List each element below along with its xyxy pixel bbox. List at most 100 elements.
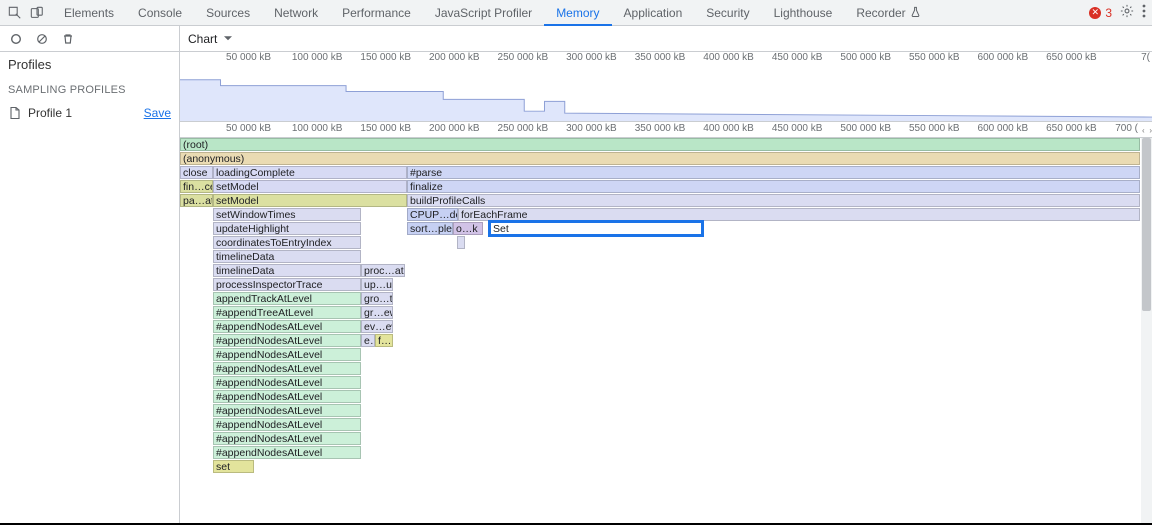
tab-network[interactable]: Network [262, 0, 330, 26]
flame-bar[interactable]: pa…at [180, 194, 213, 207]
flame-bar[interactable]: #appendNodesAtLevel [213, 376, 361, 389]
ruler-tick: 50 000 kB [226, 123, 271, 134]
flame-bar[interactable]: (anonymous) [180, 152, 1140, 165]
ruler-tick: 350 000 kB [635, 123, 686, 134]
flame-bar[interactable]: setModel [213, 180, 407, 193]
flame-bar[interactable]: #appendNodesAtLevel [213, 362, 361, 375]
tab-memory[interactable]: Memory [544, 0, 611, 26]
flame-bar[interactable]: appendTrackAtLevel [213, 292, 361, 305]
flame-bar[interactable]: #appendTreeAtLevel [213, 306, 361, 319]
profile-save-link[interactable]: Save [144, 106, 171, 120]
view-mode-select[interactable]: Chart [188, 32, 232, 46]
flame-bar[interactable]: f…r [375, 334, 393, 347]
flame-bar[interactable]: CPUP…del [407, 208, 458, 221]
inspect-icon[interactable] [4, 2, 26, 24]
flame-bar[interactable]: (root) [180, 138, 1140, 151]
flame-bar[interactable]: timelineData [213, 264, 361, 277]
flame-bar[interactable]: forEachFrame [458, 208, 1140, 221]
tab-application[interactable]: Application [612, 0, 695, 26]
flame-bar[interactable]: coordinatesToEntryIndex [213, 236, 361, 249]
flame-bar[interactable]: setModel [213, 194, 407, 207]
flame-bar[interactable]: close [180, 166, 213, 179]
flame-bar[interactable]: buildProfileCalls [407, 194, 1140, 207]
ruler-tick: 450 000 kB [772, 123, 823, 134]
flame-bar[interactable]: set [213, 460, 254, 473]
ruler-tick: 250 000 kB [498, 123, 549, 134]
tab-console[interactable]: Console [126, 0, 194, 26]
tab-elements[interactable]: Elements [52, 0, 126, 26]
flame-bar[interactable]: updateHighlight [213, 222, 361, 235]
ruler-tick: 150 000 kB [360, 123, 411, 134]
ruler-tick: 500 000 kB [840, 123, 891, 134]
flame-bar[interactable] [457, 236, 465, 249]
flame-row: #appendNodesAtLevel [180, 432, 1140, 446]
ruler-tick: 250 000 kB [498, 52, 549, 63]
ruler-tick: 650 000 kB [1046, 52, 1097, 63]
flame-bar[interactable]: #appendNodesAtLevel [213, 404, 361, 417]
flame-row: closeloadingComplete#parse [180, 166, 1140, 180]
ruler-scroll-left-icon[interactable]: ‹ [1142, 126, 1145, 135]
flame-bar[interactable]: #appendNodesAtLevel [213, 348, 361, 361]
flame-bar[interactable]: #appendNodesAtLevel [213, 446, 361, 459]
flame-bar[interactable]: #appendNodesAtLevel [213, 320, 361, 333]
flame-bar[interactable]: timelineData [213, 250, 361, 263]
profile-row[interactable]: Profile 1 Save [0, 102, 179, 124]
flame-bar[interactable]: #appendNodesAtLevel [213, 432, 361, 445]
device-toggle-icon[interactable] [26, 2, 48, 24]
flame-bar[interactable]: ev…ew [361, 320, 393, 333]
flame-row: set [180, 460, 1140, 474]
flame-row: updateHighlight sort…pleso…k Set [180, 222, 1140, 236]
flame-row: (root) [180, 138, 1140, 152]
flame-row: #appendNodesAtLevel [180, 362, 1140, 376]
flame-scrollbar-thumb[interactable] [1142, 138, 1151, 311]
flame-scrollbar[interactable] [1141, 138, 1152, 523]
memory-toolbar: Chart [180, 26, 1152, 52]
ruler-tick: 500 000 kB [840, 52, 891, 63]
ruler-tick: 150 000 kB [360, 52, 411, 63]
delete-button[interactable] [60, 31, 76, 47]
record-button[interactable] [8, 31, 24, 47]
flame-bar[interactable]: e… [361, 334, 375, 347]
memory-main: Chart 50 000 kB100 000 kB150 000 kB200 0… [180, 26, 1152, 523]
flame-row: #appendNodesAtLevele…f…r [180, 334, 1140, 348]
flame-row: #appendNodesAtLevel [180, 446, 1140, 460]
flame-bar[interactable]: up…up [361, 278, 393, 291]
tab-security[interactable]: Security [694, 0, 761, 26]
flame-ruler[interactable]: 50 000 kB100 000 kB150 000 kB200 000 kB2… [180, 122, 1152, 138]
overview-chart[interactable]: 50 000 kB100 000 kB150 000 kB200 000 kB2… [180, 52, 1152, 122]
tab-javascript-profiler[interactable]: JavaScript Profiler [423, 0, 544, 26]
flame-bar[interactable]: #appendNodesAtLevel [213, 334, 361, 347]
ruler-tick: 100 000 kB [292, 52, 343, 63]
flame-chart[interactable]: (root)(anonymous)closeloadingComplete#pa… [180, 138, 1152, 523]
ruler-tick: 50 000 kB [226, 52, 271, 63]
flame-bar[interactable]: setWindowTimes [213, 208, 361, 221]
flame-bar[interactable]: finalize [407, 180, 1140, 193]
clear-button[interactable] [34, 31, 50, 47]
kebab-menu-icon[interactable] [1142, 4, 1146, 21]
flame-bar[interactable]: fin…ce [180, 180, 213, 193]
tab-sources[interactable]: Sources [194, 0, 262, 26]
ruler-tick-clip: 700 ( [1115, 123, 1138, 134]
flame-bar[interactable]: #appendNodesAtLevel [213, 418, 361, 431]
flame-row: timelineDataproc…ata [180, 264, 1140, 278]
tab-recorder[interactable]: Recorder [844, 0, 932, 26]
flame-bar[interactable]: o…k [453, 222, 483, 235]
error-count-badge[interactable]: ✕ 3 [1089, 6, 1112, 20]
flame-bar[interactable]: gro…ts [361, 292, 393, 305]
tab-performance[interactable]: Performance [330, 0, 423, 26]
flame-bar[interactable]: Set [490, 222, 702, 235]
tab-lighthouse[interactable]: Lighthouse [762, 0, 845, 26]
settings-icon[interactable] [1120, 4, 1134, 21]
flame-bar[interactable]: processInspectorTrace [213, 278, 361, 291]
flame-bar[interactable]: #parse [407, 166, 1140, 179]
flame-bar[interactable]: gr…ew [361, 306, 393, 319]
ruler-tick: 350 000 kB [635, 52, 686, 63]
flame-bar[interactable]: sort…ples [407, 222, 453, 235]
flame-bar[interactable]: proc…ata [361, 264, 405, 277]
flame-bar[interactable]: loadingComplete [213, 166, 407, 179]
flame-row: #appendNodesAtLevel [180, 376, 1140, 390]
flame-row: coordinatesToEntryIndex [180, 236, 1140, 250]
flame-bar[interactable]: #appendNodesAtLevel [213, 390, 361, 403]
flame-row: #appendNodesAtLevel [180, 404, 1140, 418]
flame-row: #appendNodesAtLevel [180, 348, 1140, 362]
